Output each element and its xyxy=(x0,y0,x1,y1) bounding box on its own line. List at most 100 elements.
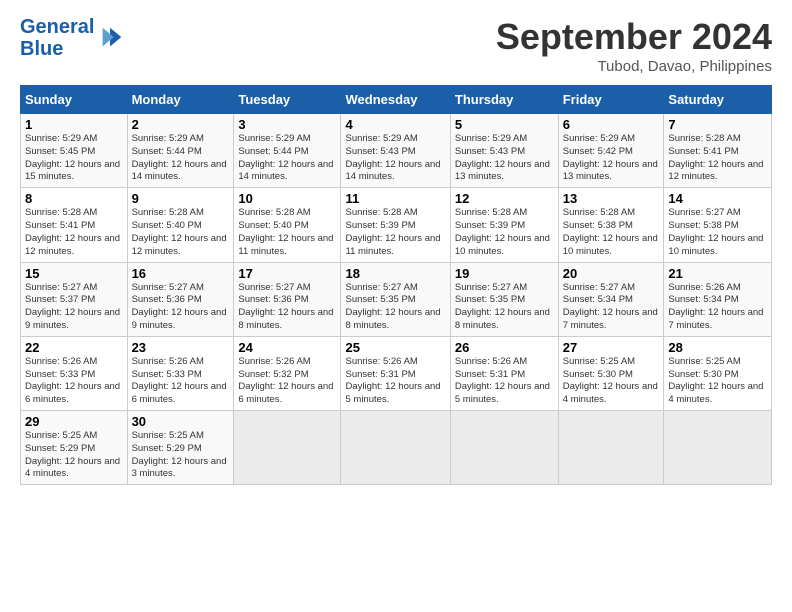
day-cell xyxy=(558,411,664,485)
col-wednesday: Wednesday xyxy=(341,86,450,114)
day-cell: 6 Sunrise: 5:29 AMSunset: 5:42 PMDayligh… xyxy=(558,114,664,188)
day-cell: 1 Sunrise: 5:29 AMSunset: 5:45 PMDayligh… xyxy=(21,114,128,188)
day-cell: 16 Sunrise: 5:27 AMSunset: 5:36 PMDaylig… xyxy=(127,262,234,336)
day-info: Sunrise: 5:25 AMSunset: 5:29 PMDaylight:… xyxy=(132,430,230,481)
day-number: 16 xyxy=(132,266,230,281)
day-number: 19 xyxy=(455,266,554,281)
day-cell: 7 Sunrise: 5:28 AMSunset: 5:41 PMDayligh… xyxy=(664,114,772,188)
day-info: Sunrise: 5:27 AMSunset: 5:36 PMDaylight:… xyxy=(238,282,336,333)
day-info: Sunrise: 5:29 AMSunset: 5:42 PMDaylight:… xyxy=(563,133,660,184)
day-cell xyxy=(664,411,772,485)
calendar-body: 1 Sunrise: 5:29 AMSunset: 5:45 PMDayligh… xyxy=(21,114,772,485)
day-info: Sunrise: 5:25 AMSunset: 5:29 PMDaylight:… xyxy=(25,430,123,481)
day-info: Sunrise: 5:28 AMSunset: 5:41 PMDaylight:… xyxy=(668,133,767,184)
day-number: 17 xyxy=(238,266,336,281)
day-cell: 27 Sunrise: 5:25 AMSunset: 5:30 PMDaylig… xyxy=(558,336,664,410)
day-number: 26 xyxy=(455,340,554,355)
day-cell: 10 Sunrise: 5:28 AMSunset: 5:40 PMDaylig… xyxy=(234,188,341,262)
day-number: 23 xyxy=(132,340,230,355)
day-cell: 13 Sunrise: 5:28 AMSunset: 5:38 PMDaylig… xyxy=(558,188,664,262)
day-number: 7 xyxy=(668,117,767,132)
day-number: 20 xyxy=(563,266,660,281)
day-info: Sunrise: 5:27 AMSunset: 5:35 PMDaylight:… xyxy=(455,282,554,333)
week-row-5: 29 Sunrise: 5:25 AMSunset: 5:29 PMDaylig… xyxy=(21,411,772,485)
day-number: 10 xyxy=(238,191,336,206)
day-number: 6 xyxy=(563,117,660,132)
day-number: 3 xyxy=(238,117,336,132)
location: Tubod, Davao, Philippines xyxy=(496,58,772,75)
day-cell: 2 Sunrise: 5:29 AMSunset: 5:44 PMDayligh… xyxy=(127,114,234,188)
day-cell: 4 Sunrise: 5:29 AMSunset: 5:43 PMDayligh… xyxy=(341,114,450,188)
day-cell: 18 Sunrise: 5:27 AMSunset: 5:35 PMDaylig… xyxy=(341,262,450,336)
day-cell: 14 Sunrise: 5:27 AMSunset: 5:38 PMDaylig… xyxy=(664,188,772,262)
day-info: Sunrise: 5:27 AMSunset: 5:37 PMDaylight:… xyxy=(25,282,123,333)
day-info: Sunrise: 5:25 AMSunset: 5:30 PMDaylight:… xyxy=(563,356,660,407)
day-number: 9 xyxy=(132,191,230,206)
title-block: September 2024 Tubod, Davao, Philippines xyxy=(496,16,772,75)
day-info: Sunrise: 5:28 AMSunset: 5:38 PMDaylight:… xyxy=(563,207,660,258)
week-row-4: 22 Sunrise: 5:26 AMSunset: 5:33 PMDaylig… xyxy=(21,336,772,410)
day-info: Sunrise: 5:28 AMSunset: 5:39 PMDaylight:… xyxy=(345,207,445,258)
day-info: Sunrise: 5:27 AMSunset: 5:34 PMDaylight:… xyxy=(563,282,660,333)
day-info: Sunrise: 5:29 AMSunset: 5:43 PMDaylight:… xyxy=(345,133,445,184)
day-cell: 29 Sunrise: 5:25 AMSunset: 5:29 PMDaylig… xyxy=(21,411,128,485)
col-friday: Friday xyxy=(558,86,664,114)
month-title: September 2024 xyxy=(496,16,772,58)
day-info: Sunrise: 5:25 AMSunset: 5:30 PMDaylight:… xyxy=(668,356,767,407)
day-number: 24 xyxy=(238,340,336,355)
day-info: Sunrise: 5:26 AMSunset: 5:32 PMDaylight:… xyxy=(238,356,336,407)
col-thursday: Thursday xyxy=(450,86,558,114)
day-info: Sunrise: 5:29 AMSunset: 5:44 PMDaylight:… xyxy=(238,133,336,184)
calendar-table: Sunday Monday Tuesday Wednesday Thursday… xyxy=(20,85,772,485)
day-number: 13 xyxy=(563,191,660,206)
day-number: 21 xyxy=(668,266,767,281)
day-number: 8 xyxy=(25,191,123,206)
day-number: 2 xyxy=(132,117,230,132)
day-cell: 15 Sunrise: 5:27 AMSunset: 5:37 PMDaylig… xyxy=(21,262,128,336)
day-cell: 23 Sunrise: 5:26 AMSunset: 5:33 PMDaylig… xyxy=(127,336,234,410)
day-cell: 26 Sunrise: 5:26 AMSunset: 5:31 PMDaylig… xyxy=(450,336,558,410)
day-info: Sunrise: 5:28 AMSunset: 5:41 PMDaylight:… xyxy=(25,207,123,258)
day-cell xyxy=(234,411,341,485)
col-tuesday: Tuesday xyxy=(234,86,341,114)
day-info: Sunrise: 5:27 AMSunset: 5:35 PMDaylight:… xyxy=(345,282,445,333)
day-cell: 24 Sunrise: 5:26 AMSunset: 5:32 PMDaylig… xyxy=(234,336,341,410)
logo-text: General Blue xyxy=(20,16,94,60)
day-cell: 3 Sunrise: 5:29 AMSunset: 5:44 PMDayligh… xyxy=(234,114,341,188)
day-number: 14 xyxy=(668,191,767,206)
day-cell: 20 Sunrise: 5:27 AMSunset: 5:34 PMDaylig… xyxy=(558,262,664,336)
day-info: Sunrise: 5:27 AMSunset: 5:36 PMDaylight:… xyxy=(132,282,230,333)
day-number: 4 xyxy=(345,117,445,132)
day-number: 27 xyxy=(563,340,660,355)
day-cell: 21 Sunrise: 5:26 AMSunset: 5:34 PMDaylig… xyxy=(664,262,772,336)
day-number: 22 xyxy=(25,340,123,355)
day-cell: 12 Sunrise: 5:28 AMSunset: 5:39 PMDaylig… xyxy=(450,188,558,262)
day-number: 12 xyxy=(455,191,554,206)
day-info: Sunrise: 5:28 AMSunset: 5:40 PMDaylight:… xyxy=(238,207,336,258)
day-cell: 8 Sunrise: 5:28 AMSunset: 5:41 PMDayligh… xyxy=(21,188,128,262)
day-number: 15 xyxy=(25,266,123,281)
col-saturday: Saturday xyxy=(664,86,772,114)
header: General Blue September 2024 Tubod, Davao… xyxy=(20,16,772,75)
day-cell xyxy=(450,411,558,485)
day-info: Sunrise: 5:26 AMSunset: 5:31 PMDaylight:… xyxy=(455,356,554,407)
day-number: 18 xyxy=(345,266,445,281)
day-info: Sunrise: 5:27 AMSunset: 5:38 PMDaylight:… xyxy=(668,207,767,258)
day-info: Sunrise: 5:29 AMSunset: 5:44 PMDaylight:… xyxy=(132,133,230,184)
day-info: Sunrise: 5:28 AMSunset: 5:39 PMDaylight:… xyxy=(455,207,554,258)
logo-icon xyxy=(97,24,125,52)
day-number: 25 xyxy=(345,340,445,355)
day-info: Sunrise: 5:26 AMSunset: 5:33 PMDaylight:… xyxy=(132,356,230,407)
day-info: Sunrise: 5:26 AMSunset: 5:31 PMDaylight:… xyxy=(345,356,445,407)
day-info: Sunrise: 5:29 AMSunset: 5:45 PMDaylight:… xyxy=(25,133,123,184)
day-number: 5 xyxy=(455,117,554,132)
day-info: Sunrise: 5:26 AMSunset: 5:33 PMDaylight:… xyxy=(25,356,123,407)
day-cell: 25 Sunrise: 5:26 AMSunset: 5:31 PMDaylig… xyxy=(341,336,450,410)
day-info: Sunrise: 5:29 AMSunset: 5:43 PMDaylight:… xyxy=(455,133,554,184)
day-cell: 9 Sunrise: 5:28 AMSunset: 5:40 PMDayligh… xyxy=(127,188,234,262)
day-cell: 22 Sunrise: 5:26 AMSunset: 5:33 PMDaylig… xyxy=(21,336,128,410)
page: General Blue September 2024 Tubod, Davao… xyxy=(0,0,792,501)
day-number: 28 xyxy=(668,340,767,355)
header-row: Sunday Monday Tuesday Wednesday Thursday… xyxy=(21,86,772,114)
week-row-2: 8 Sunrise: 5:28 AMSunset: 5:41 PMDayligh… xyxy=(21,188,772,262)
